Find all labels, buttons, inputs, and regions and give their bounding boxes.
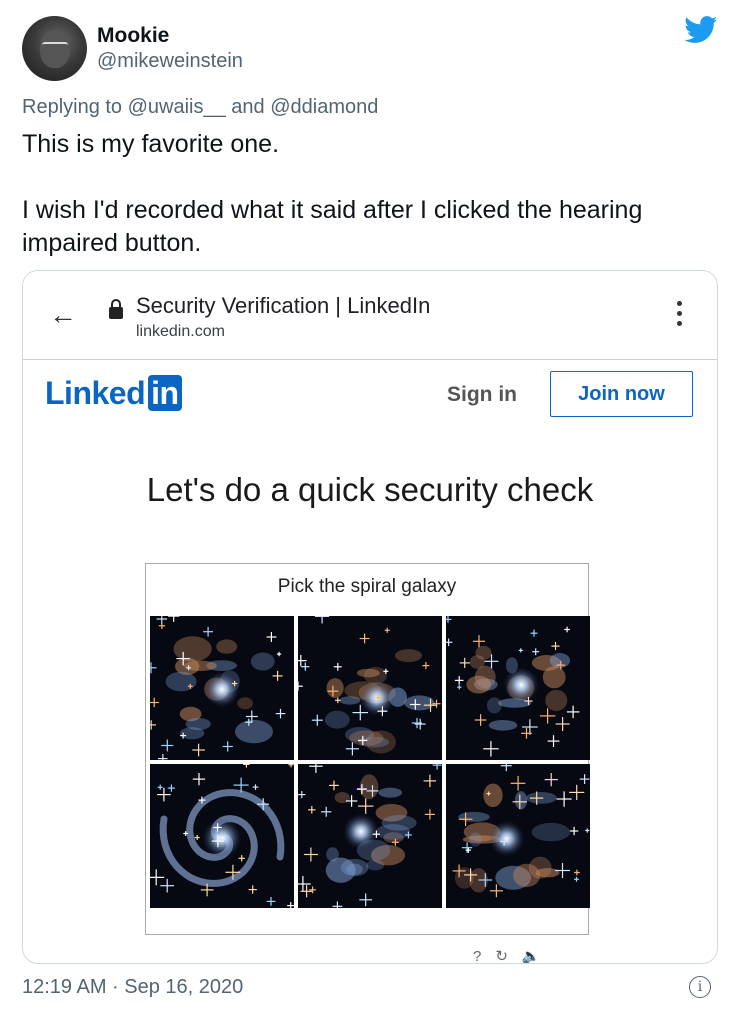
- browser-toolbar: ← Security Verification | LinkedIn linke…: [23, 271, 717, 360]
- back-arrow-icon[interactable]: ←: [49, 299, 77, 331]
- tweet-media[interactable]: ← Security Verification | LinkedIn linke…: [22, 270, 718, 964]
- tweet-line-1: This is my favorite one.: [22, 130, 280, 158]
- reload-icon[interactable]: ↻: [495, 948, 522, 963]
- galaxy-image[interactable]: [298, 616, 442, 760]
- galaxy-image[interactable]: [446, 764, 590, 908]
- help-icon[interactable]: ?: [473, 948, 495, 963]
- sign-in-link[interactable]: Sign in: [447, 383, 517, 407]
- avatar[interactable]: [22, 16, 87, 81]
- captcha-grid: [150, 616, 590, 908]
- captcha-instruction: Pick the spiral galaxy: [277, 576, 457, 597]
- avatar-glasses: [42, 42, 68, 50]
- linkedin-logo[interactable]: Linked in: [45, 375, 182, 412]
- twitter-bird-icon: [684, 16, 718, 43]
- security-check-heading: Let's do a quick security check: [146, 471, 594, 508]
- tweet-timestamp[interactable]: 12:19 AM · Sep 16, 2020: [22, 976, 243, 999]
- author-name[interactable]: Mookie: [97, 24, 169, 48]
- reply-context[interactable]: Replying to @uwaiis__ and @ddiamond: [22, 96, 378, 119]
- spiral-galaxy-image[interactable]: [150, 764, 294, 908]
- join-now-button[interactable]: Join now: [550, 371, 693, 417]
- galaxy-image[interactable]: [446, 616, 590, 760]
- audio-icon[interactable]: 🔈: [522, 948, 555, 963]
- page-url: linkedin.com: [136, 323, 225, 340]
- captcha-panel: Pick the spiral galaxy: [145, 563, 590, 935]
- author-handle[interactable]: @mikeweinstein: [97, 50, 243, 73]
- galaxy-image[interactable]: [298, 764, 442, 908]
- tweet-text: This is my favorite one. I wish I'd reco…: [22, 128, 712, 260]
- kebab-menu-icon[interactable]: [677, 301, 685, 331]
- page-title: Security Verification | LinkedIn: [136, 293, 431, 318]
- galaxy-image[interactable]: [150, 616, 294, 760]
- tweet-line-2: I wish I'd recorded what it said after I…: [22, 196, 643, 257]
- captcha-controls: ?↻🔈: [473, 947, 555, 963]
- info-icon[interactable]: i: [689, 976, 711, 998]
- lock-icon: [109, 299, 123, 319]
- logo-badge: in: [148, 375, 182, 411]
- logo-word: Linked: [45, 375, 146, 411]
